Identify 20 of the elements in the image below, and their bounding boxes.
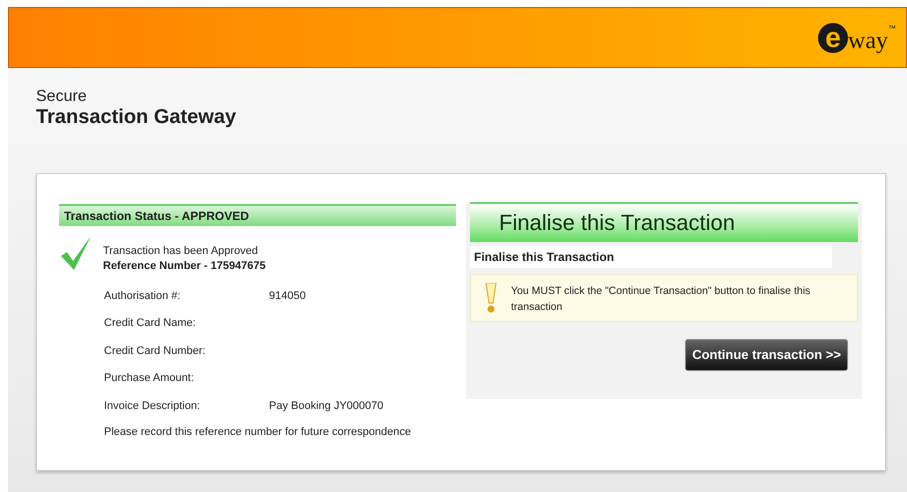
approval-message: Transaction has been Approved [103, 244, 259, 259]
field-label: Credit Card Name: [104, 316, 197, 331]
finalise-subheading: Finalise this Transaction [470, 246, 832, 268]
record-note: Please record this reference number for future correspondence [104, 424, 412, 440]
warning-message: You MUST click the "Continue Transaction" button to finalise this transaction [511, 284, 812, 315]
exclamation-icon [485, 283, 497, 313]
reference-number: Reference Number - 175947675 [103, 259, 266, 274]
field-label: Credit Card Number: [104, 344, 206, 358]
field-label: Purchase Amount: [104, 371, 195, 386]
field-value: 914050 [269, 288, 306, 304]
field-value: Pay Booking JY000070 [269, 398, 384, 414]
page-title: Transaction Gateway [36, 106, 238, 128]
field-label: Invoice Description: [104, 398, 201, 414]
page-subtitle: Secure [36, 88, 88, 106]
checkmark-icon [61, 236, 93, 270]
logo: e way™ [818, 22, 896, 52]
field-label: Authorisation #: [104, 288, 182, 304]
continue-button[interactable]: Continue transaction >> [685, 339, 848, 371]
status-heading: Transaction Status - APPROVED [59, 204, 456, 226]
finalise-banner: Finalise this Transaction [470, 202, 858, 242]
